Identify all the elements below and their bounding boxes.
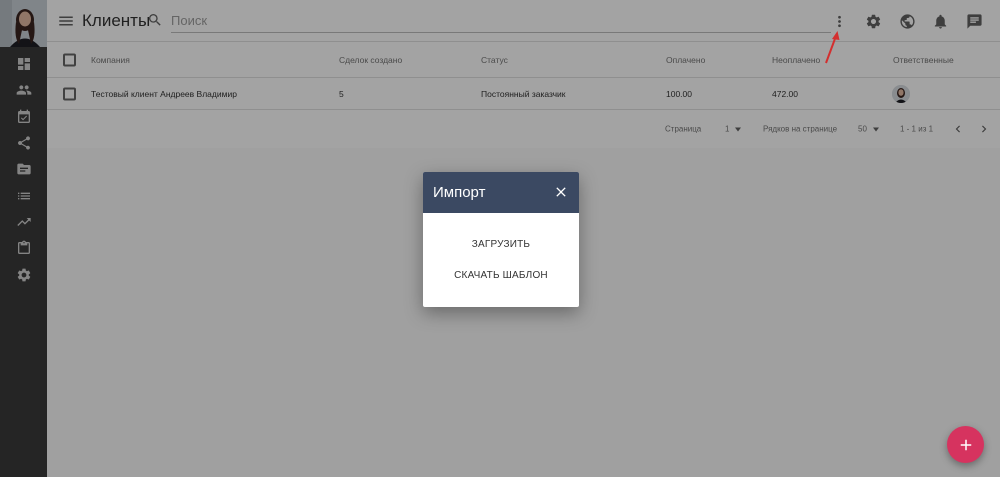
plus-icon [960, 439, 971, 450]
annotation-arrow-icon [825, 31, 840, 64]
dialog-title: Импорт [433, 184, 486, 201]
upload-button[interactable]: ЗАГРУЗИТЬ [423, 239, 579, 250]
import-dialog: Импорт ЗАГРУЗИТЬ СКАЧАТЬ ШАБЛОН [423, 172, 579, 307]
download-template-button[interactable]: СКАЧАТЬ ШАБЛОН [423, 270, 579, 281]
close-icon[interactable] [553, 184, 569, 200]
dialog-header: Импорт [423, 172, 579, 213]
add-client-button[interactable] [947, 426, 984, 463]
